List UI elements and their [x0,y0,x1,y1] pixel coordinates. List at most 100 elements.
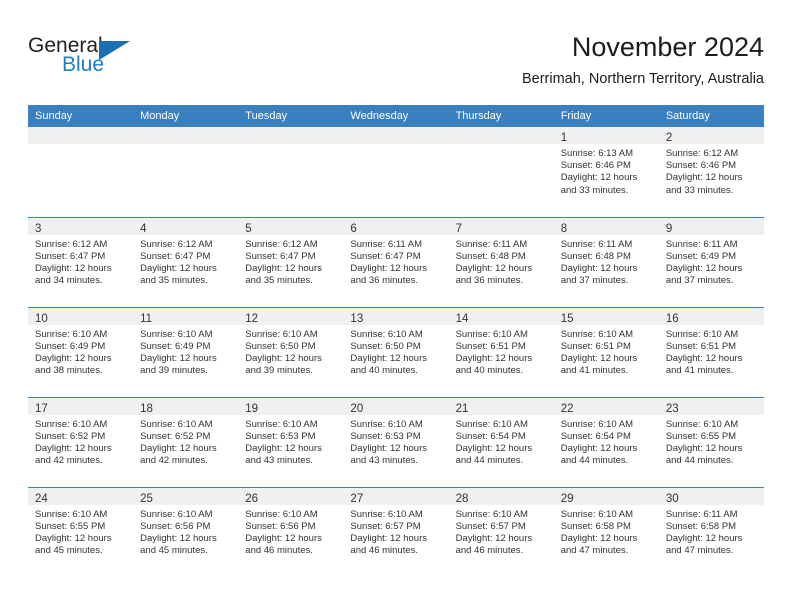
calendar-day-cell[interactable]: 11 Sunrise: 6:10 AM Sunset: 6:49 PM Dayligh… [133,307,239,398]
calendar-day-cell[interactable]: 13 Sunrise: 6:10 AM Sunset: 6:50 PM Dayligh… [343,307,449,398]
day-number-band: 12 [238,307,344,325]
calendar-day-cell[interactable]: 10 Sunrise: 6:10 AM Sunset: 6:49 PM Dayligh… [28,307,134,398]
day-details: Sunrise: 6:12 AM Sunset: 6:47 PM Daylight:… [133,235,238,288]
sunset-time: Sunset: 6:58 PM [665,520,737,532]
weekday-header-monday: Monday [133,105,239,127]
day-details: Sunrise: 6:10 AM Sunset: 6:54 PM Daylight:… [554,415,659,468]
calendar-day-cell[interactable]: 2 Sunrise: 6:12 AM Sunset: 6:46 PM Daylight… [658,127,764,218]
sunrise-time: Sunrise: 6:10 AM [140,508,213,520]
calendar-day-cell[interactable]: 4 Sunrise: 6:12 AM Sunset: 6:47 PM Daylight… [133,217,239,308]
daylight-duration-line2: and 40 minutes. [350,365,419,377]
daylight-duration-line1: Daylight: 12 hours [560,172,638,184]
calendar-day-cell[interactable]: 6 Sunrise: 6:11 AM Sunset: 6:47 PM Daylight… [343,217,449,308]
brand-logo[interactable]: General Blue [28,34,178,90]
day-number: 8 [560,222,568,235]
calendar-day-cell[interactable]: 16 Sunrise: 6:10 AM Sunset: 6:51 PM Dayligh… [658,307,764,398]
calendar-day-cell[interactable]: 30 Sunrise: 6:11 AM Sunset: 6:58 PM Dayligh… [658,487,764,577]
daylight-duration-line1: Daylight: 12 hours [665,172,743,184]
calendar-day-cell[interactable]: 18 Sunrise: 6:10 AM Sunset: 6:52 PM Dayligh… [133,397,239,488]
day-number-band: 21 [448,397,554,415]
calendar-day-cell[interactable]: 21 Sunrise: 6:10 AM Sunset: 6:54 PM Dayligh… [448,397,554,488]
calendar-day-cell[interactable]: 12 Sunrise: 6:10 AM Sunset: 6:50 PM Dayligh… [238,307,344,398]
sunrise-time: Sunrise: 6:10 AM [560,418,634,430]
sunrise-time: Sunrise: 6:10 AM [350,328,423,340]
daylight-duration-line1: Daylight: 12 hours [35,262,112,274]
calendar-day-cell[interactable]: 22 Sunrise: 6:10 AM Sunset: 6:54 PM Dayligh… [553,397,659,488]
calendar-day-cell[interactable]: 7 Sunrise: 6:11 AM Sunset: 6:48 PM Daylight… [448,217,554,308]
calendar-day-cell[interactable]: 15 Sunrise: 6:10 AM Sunset: 6:51 PM Dayligh… [553,307,659,398]
daylight-duration-line2: and 47 minutes. [665,545,734,557]
day-details: Sunrise: 6:11 AM Sunset: 6:48 PM Daylight:… [554,235,659,288]
calendar-day-cell[interactable]: 27 Sunrise: 6:10 AM Sunset: 6:57 PM Dayligh… [343,487,449,577]
day-number: 26 [245,492,259,505]
day-details: Sunrise: 6:10 AM Sunset: 6:55 PM Daylight:… [28,505,133,558]
sunset-time: Sunset: 6:50 PM [350,340,421,352]
daylight-duration-line1: Daylight: 12 hours [245,442,322,454]
sunrise-time: Sunrise: 6:10 AM [35,328,108,340]
day-number-band: 23 [658,397,764,415]
daylight-duration-line2: and 34 minutes. [35,275,103,287]
calendar-day-cell[interactable]: 28 Sunrise: 6:10 AM Sunset: 6:57 PM Dayligh… [448,487,554,577]
day-number: 20 [350,402,364,415]
daylight-duration-line1: Daylight: 12 hours [35,532,112,544]
day-details: Sunrise: 6:10 AM Sunset: 6:49 PM Daylight:… [133,325,238,378]
day-number-band [343,127,449,144]
calendar-day-cell[interactable]: 19 Sunrise: 6:10 AM Sunset: 6:53 PM Dayligh… [238,397,344,488]
sunrise-time: Sunrise: 6:11 AM [455,238,528,250]
calendar-week-row: 24 Sunrise: 6:10 AM Sunset: 6:55 PM Dayligh… [28,487,764,577]
sunset-time: Sunset: 6:47 PM [350,250,421,262]
calendar-day-cell[interactable]: 20 Sunrise: 6:10 AM Sunset: 6:53 PM Dayligh… [343,397,449,488]
sunrise-time: Sunrise: 6:13 AM [560,148,634,159]
calendar-day-cell[interactable]: 25 Sunrise: 6:10 AM Sunset: 6:56 PM Dayligh… [133,487,239,577]
day-number: 14 [455,312,469,325]
day-details: Sunrise: 6:10 AM Sunset: 6:51 PM Daylight:… [554,325,659,378]
sunset-time: Sunset: 6:58 PM [560,520,631,532]
calendar-day-cell[interactable]: 17 Sunrise: 6:10 AM Sunset: 6:52 PM Dayligh… [28,397,134,488]
day-number: 19 [245,402,259,415]
daylight-duration-line1: Daylight: 12 hours [455,352,533,364]
daylight-duration-line2: and 45 minutes. [140,545,208,557]
calendar-day-cell[interactable]: 5 Sunrise: 6:12 AM Sunset: 6:47 PM Daylight… [238,217,344,308]
daylight-duration-line1: Daylight: 12 hours [560,262,638,274]
daylight-duration-line1: Daylight: 12 hours [245,532,322,544]
sunset-time: Sunset: 6:47 PM [140,250,211,262]
calendar-day-cell-empty [28,127,134,218]
day-number: 16 [665,312,679,325]
day-details: Sunrise: 6:10 AM Sunset: 6:50 PM Daylight:… [238,325,343,378]
day-details: Sunrise: 6:10 AM Sunset: 6:58 PM Daylight:… [554,505,659,558]
day-details: Sunrise: 6:10 AM Sunset: 6:49 PM Daylight:… [28,325,133,378]
daylight-duration-line1: Daylight: 12 hours [455,262,533,274]
calendar-day-cell[interactable]: 9 Sunrise: 6:11 AM Sunset: 6:49 PM Daylight… [658,217,764,308]
daylight-duration-line2: and 41 minutes. [665,365,734,377]
calendar-day-cell[interactable]: 26 Sunrise: 6:10 AM Sunset: 6:56 PM Dayligh… [238,487,344,577]
calendar-day-cell-empty [343,127,449,218]
day-number: 13 [350,312,364,325]
day-details: Sunrise: 6:10 AM Sunset: 6:56 PM Daylight:… [238,505,343,558]
calendar-day-cell[interactable]: 1 Sunrise: 6:13 AM Sunset: 6:46 PM Daylight… [553,127,659,218]
daylight-duration-line2: and 36 minutes. [350,275,419,287]
day-number-band [133,127,239,144]
sunrise-time: Sunrise: 6:10 AM [140,328,213,340]
daylight-duration-line1: Daylight: 12 hours [455,532,533,544]
day-number-band: 14 [448,307,554,325]
sunrise-time: Sunrise: 6:10 AM [560,328,634,340]
daylight-duration-line2: and 43 minutes. [245,455,313,467]
page-subtitle: Berrimah, Northern Territory, Australia [521,71,764,87]
calendar-day-cell[interactable]: 8 Sunrise: 6:11 AM Sunset: 6:48 PM Daylight… [553,217,659,308]
day-number: 2 [665,132,673,144]
calendar-day-cell[interactable]: 29 Sunrise: 6:10 AM Sunset: 6:58 PM Dayligh… [553,487,659,577]
day-details: Sunrise: 6:11 AM Sunset: 6:47 PM Daylight:… [343,235,448,288]
calendar-day-cell[interactable]: 3 Sunrise: 6:12 AM Sunset: 6:47 PM Daylight… [28,217,134,308]
calendar-day-cell[interactable]: 14 Sunrise: 6:10 AM Sunset: 6:51 PM Dayligh… [448,307,554,398]
day-number-band: 30 [658,487,764,505]
calendar-day-cell-empty [448,127,554,218]
daylight-duration-line1: Daylight: 12 hours [560,352,638,364]
daylight-duration-line1: Daylight: 12 hours [245,262,322,274]
daylight-duration-line2: and 44 minutes. [560,455,629,467]
day-number: 4 [140,222,147,235]
daylight-duration-line1: Daylight: 12 hours [350,442,427,454]
calendar-day-cell[interactable]: 24 Sunrise: 6:10 AM Sunset: 6:55 PM Dayligh… [28,487,134,577]
calendar-day-cell[interactable]: 23 Sunrise: 6:10 AM Sunset: 6:55 PM Dayligh… [658,397,764,488]
weekday-header-tuesday: Tuesday [238,105,344,127]
day-number: 17 [35,402,48,415]
